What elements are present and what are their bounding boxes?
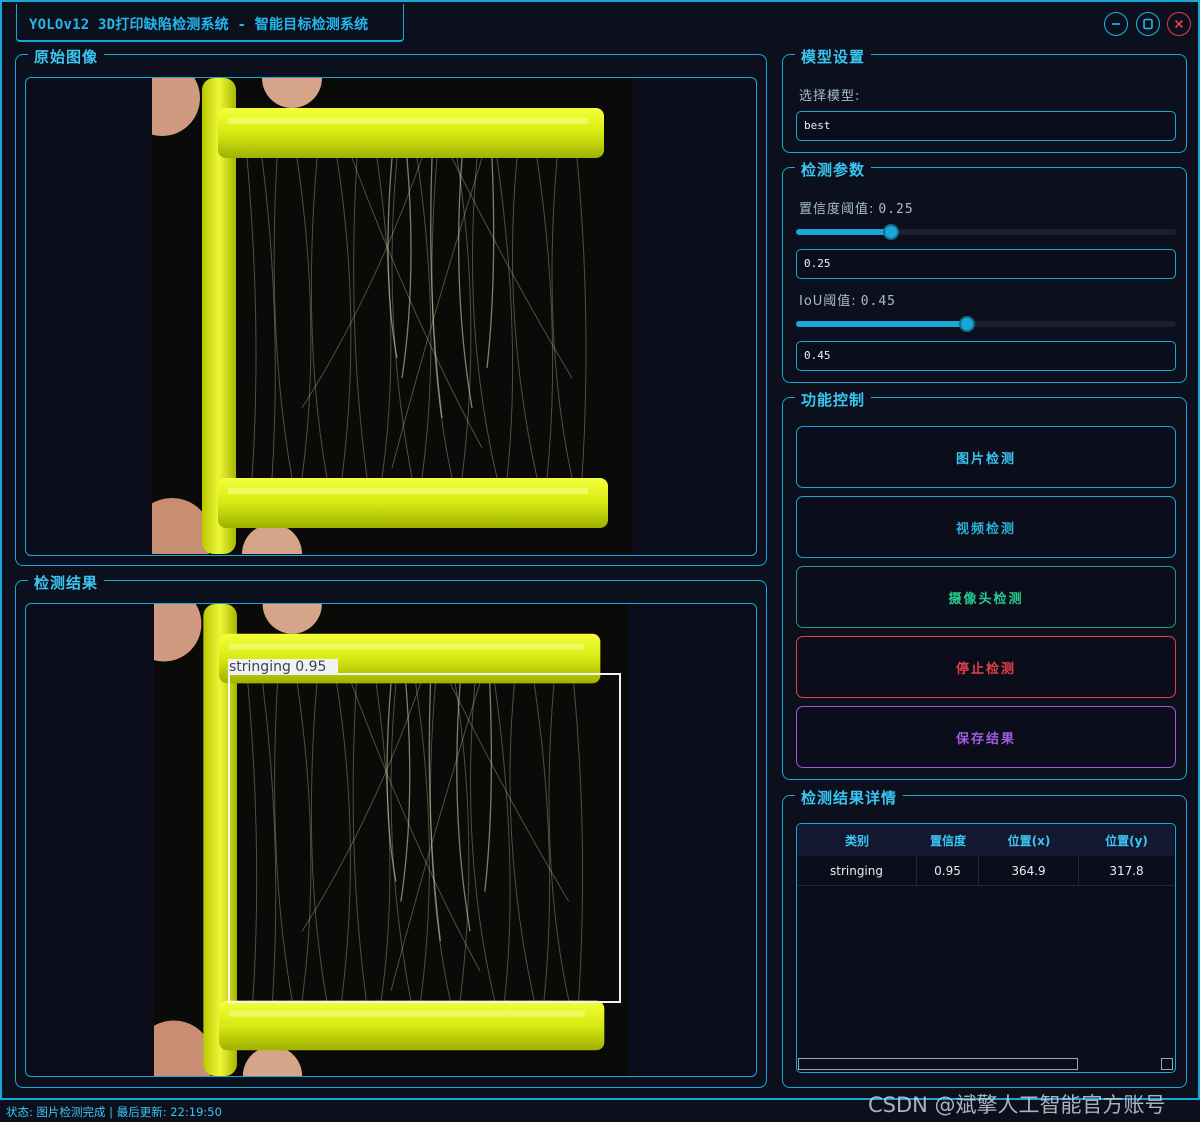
detection-label: stringing 0.95	[229, 659, 327, 675]
original-image	[152, 78, 632, 554]
confidence-slider-handle[interactable]	[883, 224, 899, 240]
confidence-input[interactable]: 0.25	[796, 249, 1176, 279]
confidence-slider-fill	[796, 229, 891, 235]
detection-params-panel: 检测参数 置信度阈值: 0.25 0.25 IoU阈值: 0.45 0.45	[782, 159, 1187, 383]
confidence-value: 0.25	[878, 202, 914, 217]
table-row[interactable]: stringing 0.95 364.9 317.8	[797, 856, 1174, 886]
results-detail-title: 检测结果详情	[795, 787, 904, 808]
stop-detect-button[interactable]: 停止检测	[796, 636, 1176, 698]
results-table[interactable]: 类别 置信度 位置(x) 位置(y) stringing 0.95 364.9 …	[796, 823, 1176, 1073]
minimize-icon	[1112, 23, 1120, 25]
minimize-button[interactable]	[1104, 12, 1128, 36]
image-detect-button[interactable]: 图片检测	[796, 426, 1176, 488]
iou-label-text: IoU阈值:	[799, 294, 857, 309]
column-header-x[interactable]: 位置(x)	[979, 824, 1079, 856]
results-detail-panel: 检测结果详情 类别 置信度 位置(x) 位置(y) stringing 0.95…	[782, 787, 1187, 1088]
confidence-slider[interactable]	[796, 224, 1176, 240]
original-image-frame	[25, 77, 757, 556]
cell-class: stringing	[797, 856, 917, 885]
table-header: 类别 置信度 位置(x) 位置(y)	[797, 824, 1174, 856]
cell-y: 317.8	[1109, 863, 1144, 878]
model-settings-title: 模型设置	[795, 46, 872, 67]
cell-confidence: 0.95	[917, 856, 979, 885]
cell-x: 364.9	[979, 856, 1079, 885]
original-image-panel: 原始图像	[15, 46, 767, 566]
function-control-panel: 功能控制 图片检测 视频检测 摄像头检测 停止检测 保存结果	[782, 389, 1187, 780]
detection-result-title: 检测结果	[28, 572, 105, 593]
confidence-label-text: 置信度阈值:	[799, 202, 875, 217]
close-button[interactable]	[1167, 12, 1191, 36]
result-image	[154, 604, 628, 1076]
status-text: 状态: 图片检测完成 | 最后更新: 22:19:50	[6, 1105, 222, 1119]
iou-input[interactable]: 0.45	[796, 341, 1176, 371]
detection-params-title: 检测参数	[795, 159, 872, 180]
iou-slider[interactable]	[796, 316, 1176, 332]
result-image-frame: stringing 0.95	[25, 603, 757, 1077]
watermark: CSDN @斌擎人工智能官方账号	[868, 1093, 1166, 1117]
column-header-confidence[interactable]: 置信度	[917, 824, 979, 856]
confidence-label: 置信度阈值: 0.25	[799, 198, 914, 217]
window-title: YOLOv12 3D打印缺陷检测系统 - 智能目标检测系统	[29, 17, 369, 33]
select-model-label: 选择模型:	[799, 89, 861, 104]
detection-result-panel: 检测结果 stringing 0.95	[15, 572, 767, 1088]
close-icon	[1174, 19, 1184, 29]
iou-value: 0.45	[860, 294, 896, 309]
iou-slider-handle[interactable]	[959, 316, 975, 332]
horizontal-scrollbar[interactable]	[798, 1058, 1078, 1070]
column-header-y[interactable]: 位置(y)	[1079, 824, 1174, 856]
iou-slider-fill	[796, 321, 967, 327]
video-detect-button[interactable]: 视频检测	[796, 496, 1176, 558]
scrollbar-corner	[1161, 1058, 1173, 1070]
model-select[interactable]: best	[796, 111, 1176, 141]
model-settings-panel: 模型设置 选择模型: best	[782, 46, 1187, 153]
column-header-class[interactable]: 类别	[797, 824, 917, 856]
maximize-button[interactable]	[1136, 12, 1160, 36]
title-bar[interactable]: YOLOv12 3D打印缺陷检测系统 - 智能目标检测系统	[2, 2, 1198, 44]
iou-label: IoU阈值: 0.45	[799, 290, 896, 309]
original-image-title: 原始图像	[28, 46, 105, 67]
maximize-icon	[1143, 18, 1153, 30]
app-window: YOLOv12 3D打印缺陷检测系统 - 智能目标检测系统 原始图像 检测结果 …	[0, 0, 1200, 1100]
save-results-button[interactable]: 保存结果	[796, 706, 1176, 768]
camera-detect-button[interactable]: 摄像头检测	[796, 566, 1176, 628]
function-control-title: 功能控制	[795, 389, 872, 410]
